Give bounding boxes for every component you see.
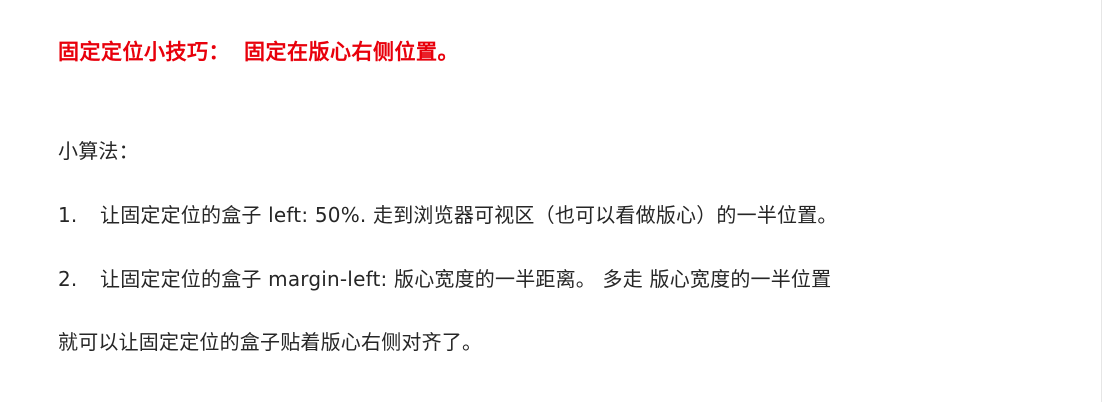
- algorithm-label: 小算法：: [58, 139, 139, 163]
- step-2-number: 2.: [58, 267, 78, 291]
- step-1-text: 让固定定位的盒子 left: 50%. 走到浏览器可视区（也可以看做版心）的一半…: [100, 203, 838, 227]
- step-1: 1. 让固定定位的盒子 left: 50%. 走到浏览器可视区（也可以看做版心）的…: [58, 199, 838, 228]
- tip-heading-text: 固定在版心右侧位置。: [244, 40, 459, 64]
- document-page: 固定定位小技巧： 固定在版心右侧位置。 小算法： 1. 让固定定位的盒子 left:…: [0, 0, 1102, 402]
- tip-heading-prefix: 固定定位小技巧：: [58, 40, 230, 64]
- step-2-text: 让固定定位的盒子 margin-left: 版心宽度的一半距离。 多走 版心宽度…: [100, 267, 832, 291]
- step-2: 2. 让固定定位的盒子 margin-left: 版心宽度的一半距离。 多走 版心…: [58, 263, 831, 292]
- tip-heading: 固定定位小技巧： 固定在版心右侧位置。: [58, 36, 459, 66]
- step-1-number: 1.: [58, 203, 78, 227]
- conclusion-text: 就可以让固定定位的盒子贴着版心右侧对齐了。: [58, 330, 483, 354]
